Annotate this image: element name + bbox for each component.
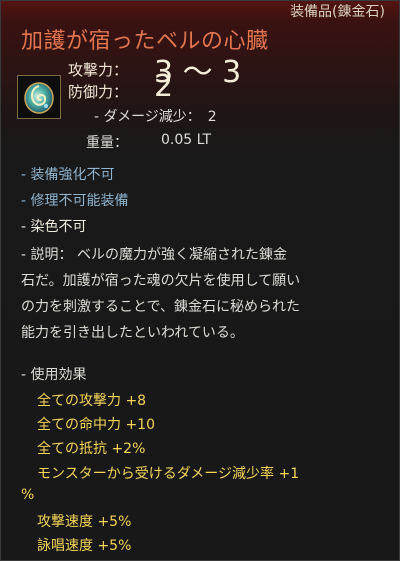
effect-item: % [21, 487, 35, 503]
effect-item: 全ての命中力 +10 [37, 417, 155, 433]
effect-item: 全ての攻撃力 +8 [37, 393, 147, 409]
defense-label: 防御力： [68, 83, 129, 101]
description-line: 能力を引き出したといわれている。 [21, 325, 244, 341]
description-line: 石だ。加護が宿った魂の欠片を使用して願い [21, 273, 301, 289]
item-type-label: 装備品(錬金石) [290, 4, 385, 20]
item-description: - 説明： ベルの魔力が強く凝縮された錬金 石だ。加護が宿った魂の欠片を使用して… [21, 242, 381, 346]
damage-reduction: - ダメージ減少： 2 [94, 109, 217, 125]
effect-item: 全ての抵抗 +2% [37, 441, 146, 457]
attack-row: 攻撃力： 3 ～ 3 [68, 55, 241, 90]
weight-value: 0.05 LT [161, 132, 212, 148]
defense-value: 2 [154, 69, 174, 104]
property-no-enhance: - 装備強化不可 [21, 167, 115, 183]
item-tooltip: 装備品(錬金石) 加護が宿ったベルの心臓 攻撃力： 3 ～ 3 防御力： 2 -… [0, 0, 400, 561]
property-no-dye: - 染色不可 [21, 219, 87, 235]
weight-label: 重量： [86, 135, 128, 151]
effect-item: 詠唱速度 +5% [37, 538, 132, 554]
gem-icon [24, 82, 54, 114]
description-line: の力を刺激することで、錬金石に秘められた [21, 299, 301, 315]
defense-row: 防御力： 2 [68, 69, 173, 104]
description-line: - 説明： ベルの魔力が強く凝縮された錬金 [21, 247, 287, 263]
attack-label: 攻撃力： [68, 61, 129, 79]
item-icon-slot [17, 75, 61, 119]
property-no-repair: - 修理不可能装備 [21, 193, 129, 209]
effect-item: 攻撃速度 +5% [37, 514, 132, 530]
effect-item: モンスターから受けるダメージ減少率 +1 [37, 466, 300, 482]
effects-header: - 使用効果 [21, 367, 87, 383]
